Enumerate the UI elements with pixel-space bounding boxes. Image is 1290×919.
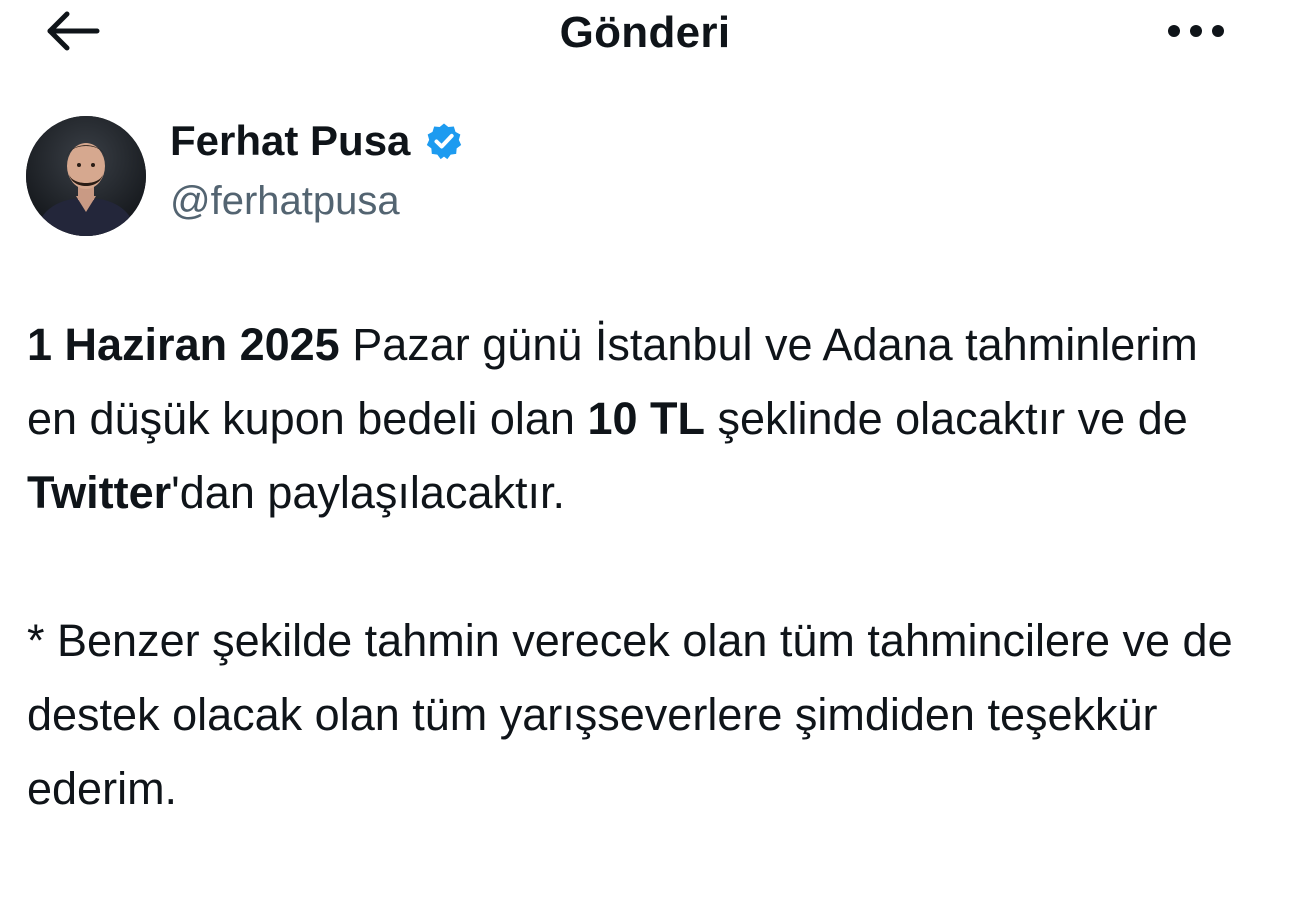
verified-badge-icon: [424, 121, 464, 161]
tweet-date: 1 Haziran 2025: [27, 319, 340, 370]
tweet-amount: 10 TL: [587, 393, 705, 444]
top-bar: Gönderi: [0, 0, 1290, 70]
avatar[interactable]: [26, 116, 146, 236]
page-title: Gönderi: [559, 8, 731, 57]
display-name-text: Ferhat Pusa: [170, 117, 411, 164]
user-handle[interactable]: @ferhatpusa: [170, 176, 400, 226]
author-header: Ferhat Pusa @ferhatpusa: [26, 116, 1226, 241]
tweet-platform: Twitter: [27, 467, 172, 518]
tweet-paragraph-2: * Benzer şekilde tahmin verecek olan tüm…: [27, 615, 1233, 814]
tweet-text: 1 Haziran 2025 Pazar günü İstanbul ve Ad…: [27, 308, 1257, 826]
display-name[interactable]: Ferhat Pusa: [170, 116, 464, 166]
tweet-paragraph-1: 1 Haziran 2025 Pazar günü İstanbul ve Ad…: [27, 308, 1257, 530]
tweet-text-segment: 'dan paylaşılacaktır.: [171, 467, 565, 518]
more-options-button[interactable]: [1160, 6, 1232, 60]
more-horizontal-icon: [1167, 23, 1225, 44]
avatar-image: [26, 116, 146, 236]
tweet-text-segment: şeklinde olacaktır ve de: [704, 393, 1188, 444]
